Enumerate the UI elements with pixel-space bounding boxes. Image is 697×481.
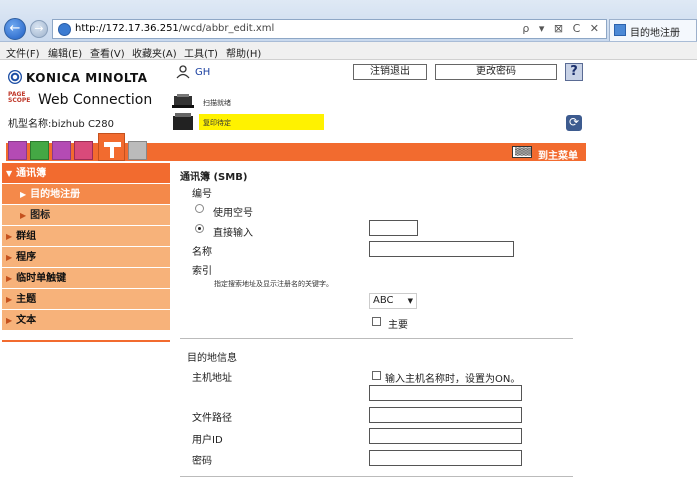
host-name-checkbox-label: 输入主机名称时，设置为ON。 [385,374,521,385]
forward-button[interactable]: → [30,20,48,38]
main-checkbox[interactable] [372,317,381,326]
url-text: http://172.17.36.251/wcd/abbr_edit.xml [75,23,275,34]
dest-info-label: 目的地信息 [187,353,237,364]
sidebar-item-group[interactable]: ▶ 群组 [2,226,170,247]
scanner-icon [173,113,193,130]
printer-icon [172,94,194,108]
sidebar-item-address-book[interactable]: ▼ 通讯簿 [2,163,170,184]
tab-box-icon[interactable] [8,141,27,160]
tab-settings-icon[interactable] [128,141,147,160]
password-label: 密码 [192,456,212,467]
main-menu-icon[interactable]: ▒▒▒ [512,146,532,158]
user-name: GH [195,67,211,78]
tab-store-icon[interactable] [52,141,71,160]
chevron-right-icon: ▶ [6,295,13,304]
chevron-right-icon: ▶ [20,190,27,199]
menu-tools[interactable]: 工具(T) [184,45,218,60]
chevron-right-icon: ▶ [6,316,13,325]
change-password-button[interactable]: 更改密码 [435,64,557,80]
address-bar[interactable]: http://172.17.36.251/wcd/abbr_edit.xml ρ… [52,19,607,39]
chevron-right-icon: ▶ [6,253,13,262]
index-hint: 指定搜索地址及显示注册名的关键字。 [214,280,333,288]
browser-tab[interactable]: 目的地注册 [609,19,697,41]
sidebar-item-text[interactable]: ▶ 文本 [2,310,170,331]
tab-document-icon[interactable] [30,141,49,160]
konica-logo: KONICA MINOLTA [8,70,148,85]
filepath-input[interactable] [369,407,522,423]
userid-input[interactable] [369,428,522,444]
sidebar-item-icon[interactable]: ▶ 图标 [2,205,170,226]
chevron-right-icon: ▶ [6,232,13,241]
site-icon [58,23,71,36]
browser-menubar: 文件(F) 编辑(E) 查看(V) 收藏夹(A) 工具(T) 帮助(H) [0,42,697,60]
menu-edit[interactable]: 编辑(E) [48,45,82,60]
main-checkbox-label: 主要 [388,320,408,331]
webconnection-logo: PAGE SCOPE Web Connection [8,91,153,109]
sidebar-item-destination-register[interactable]: ▶ 目的地注册 [2,184,170,205]
chevron-right-icon: ▶ [6,274,13,283]
number-input[interactable] [369,220,418,236]
scan-tab-glyph-icon [104,142,121,158]
menu-view[interactable]: 查看(V) [90,45,125,60]
scanner-status: 复印待定 [203,119,231,127]
model-name: 机型名称:bizhub C280 [8,119,115,130]
password-input[interactable] [369,450,522,466]
page-title: 通讯簿 (SMB) [180,172,248,183]
printer-status: 扫描就绪 [203,99,231,107]
user-icon [176,65,190,79]
menu-help[interactable]: 帮助(H) [226,45,261,60]
sidebar-item-temp-one-touch[interactable]: ▶ 临时单触键 [2,268,170,289]
tab-print-icon[interactable] [74,141,93,160]
sidebar-item-subject[interactable]: ▶ 主题 [2,289,170,310]
main-menu-link[interactable]: 到主菜单 [538,147,578,162]
radio-use-empty-label: 使用空号 [213,208,253,219]
chevron-right-icon: ▶ [20,211,27,220]
chevron-down-icon: ▼ [407,297,413,305]
tab-title: 目的地注册 [630,28,680,39]
index-select[interactable]: ABC ▼ [369,293,417,309]
back-button[interactable]: ← [4,18,26,40]
name-input[interactable] [369,241,514,257]
menu-favorites[interactable]: 收藏夹(A) [132,45,177,60]
tab-bar [6,143,586,161]
radio-direct-input-label: 直接输入 [213,228,253,239]
tab-scan-icon[interactable] [98,133,125,161]
address-tools[interactable]: ρ ▾ ⊠ C ✕ [522,22,602,35]
tab-favicon-icon [614,24,626,36]
number-label: 编号 [192,189,212,200]
browser-toolbar: ← → http://172.17.36.251/wcd/abbr_edit.x… [0,0,697,42]
host-name-checkbox[interactable] [372,371,381,380]
radio-direct-input[interactable] [195,224,204,233]
filepath-label: 文件路径 [192,413,232,424]
sidebar-item-program[interactable]: ▶ 程序 [2,247,170,268]
chevron-down-icon: ▼ [6,169,13,178]
name-label: 名称 [192,247,212,258]
help-button[interactable]: ? [565,63,583,81]
section-divider [180,338,573,339]
sidebar-divider [2,340,170,342]
host-label: 主机地址 [192,373,232,384]
index-label: 索引 [192,266,212,277]
userid-label: 用户ID [192,435,223,446]
radio-use-empty[interactable] [195,204,204,213]
menu-file[interactable]: 文件(F) [6,45,40,60]
konica-globe-icon [8,70,22,84]
sidebar: ▼ 通讯簿 ▶ 目的地注册 ▶ 图标 ▶ 群组 ▶ 程序 ▶ 临时单触键 ▶ 主题 ▶ 文本 [2,163,170,331]
host-input[interactable] [369,385,522,401]
logout-button[interactable]: 注销退出 [353,64,427,80]
bottom-divider [180,476,573,477]
refresh-icon[interactable]: ⟳ [566,115,582,131]
